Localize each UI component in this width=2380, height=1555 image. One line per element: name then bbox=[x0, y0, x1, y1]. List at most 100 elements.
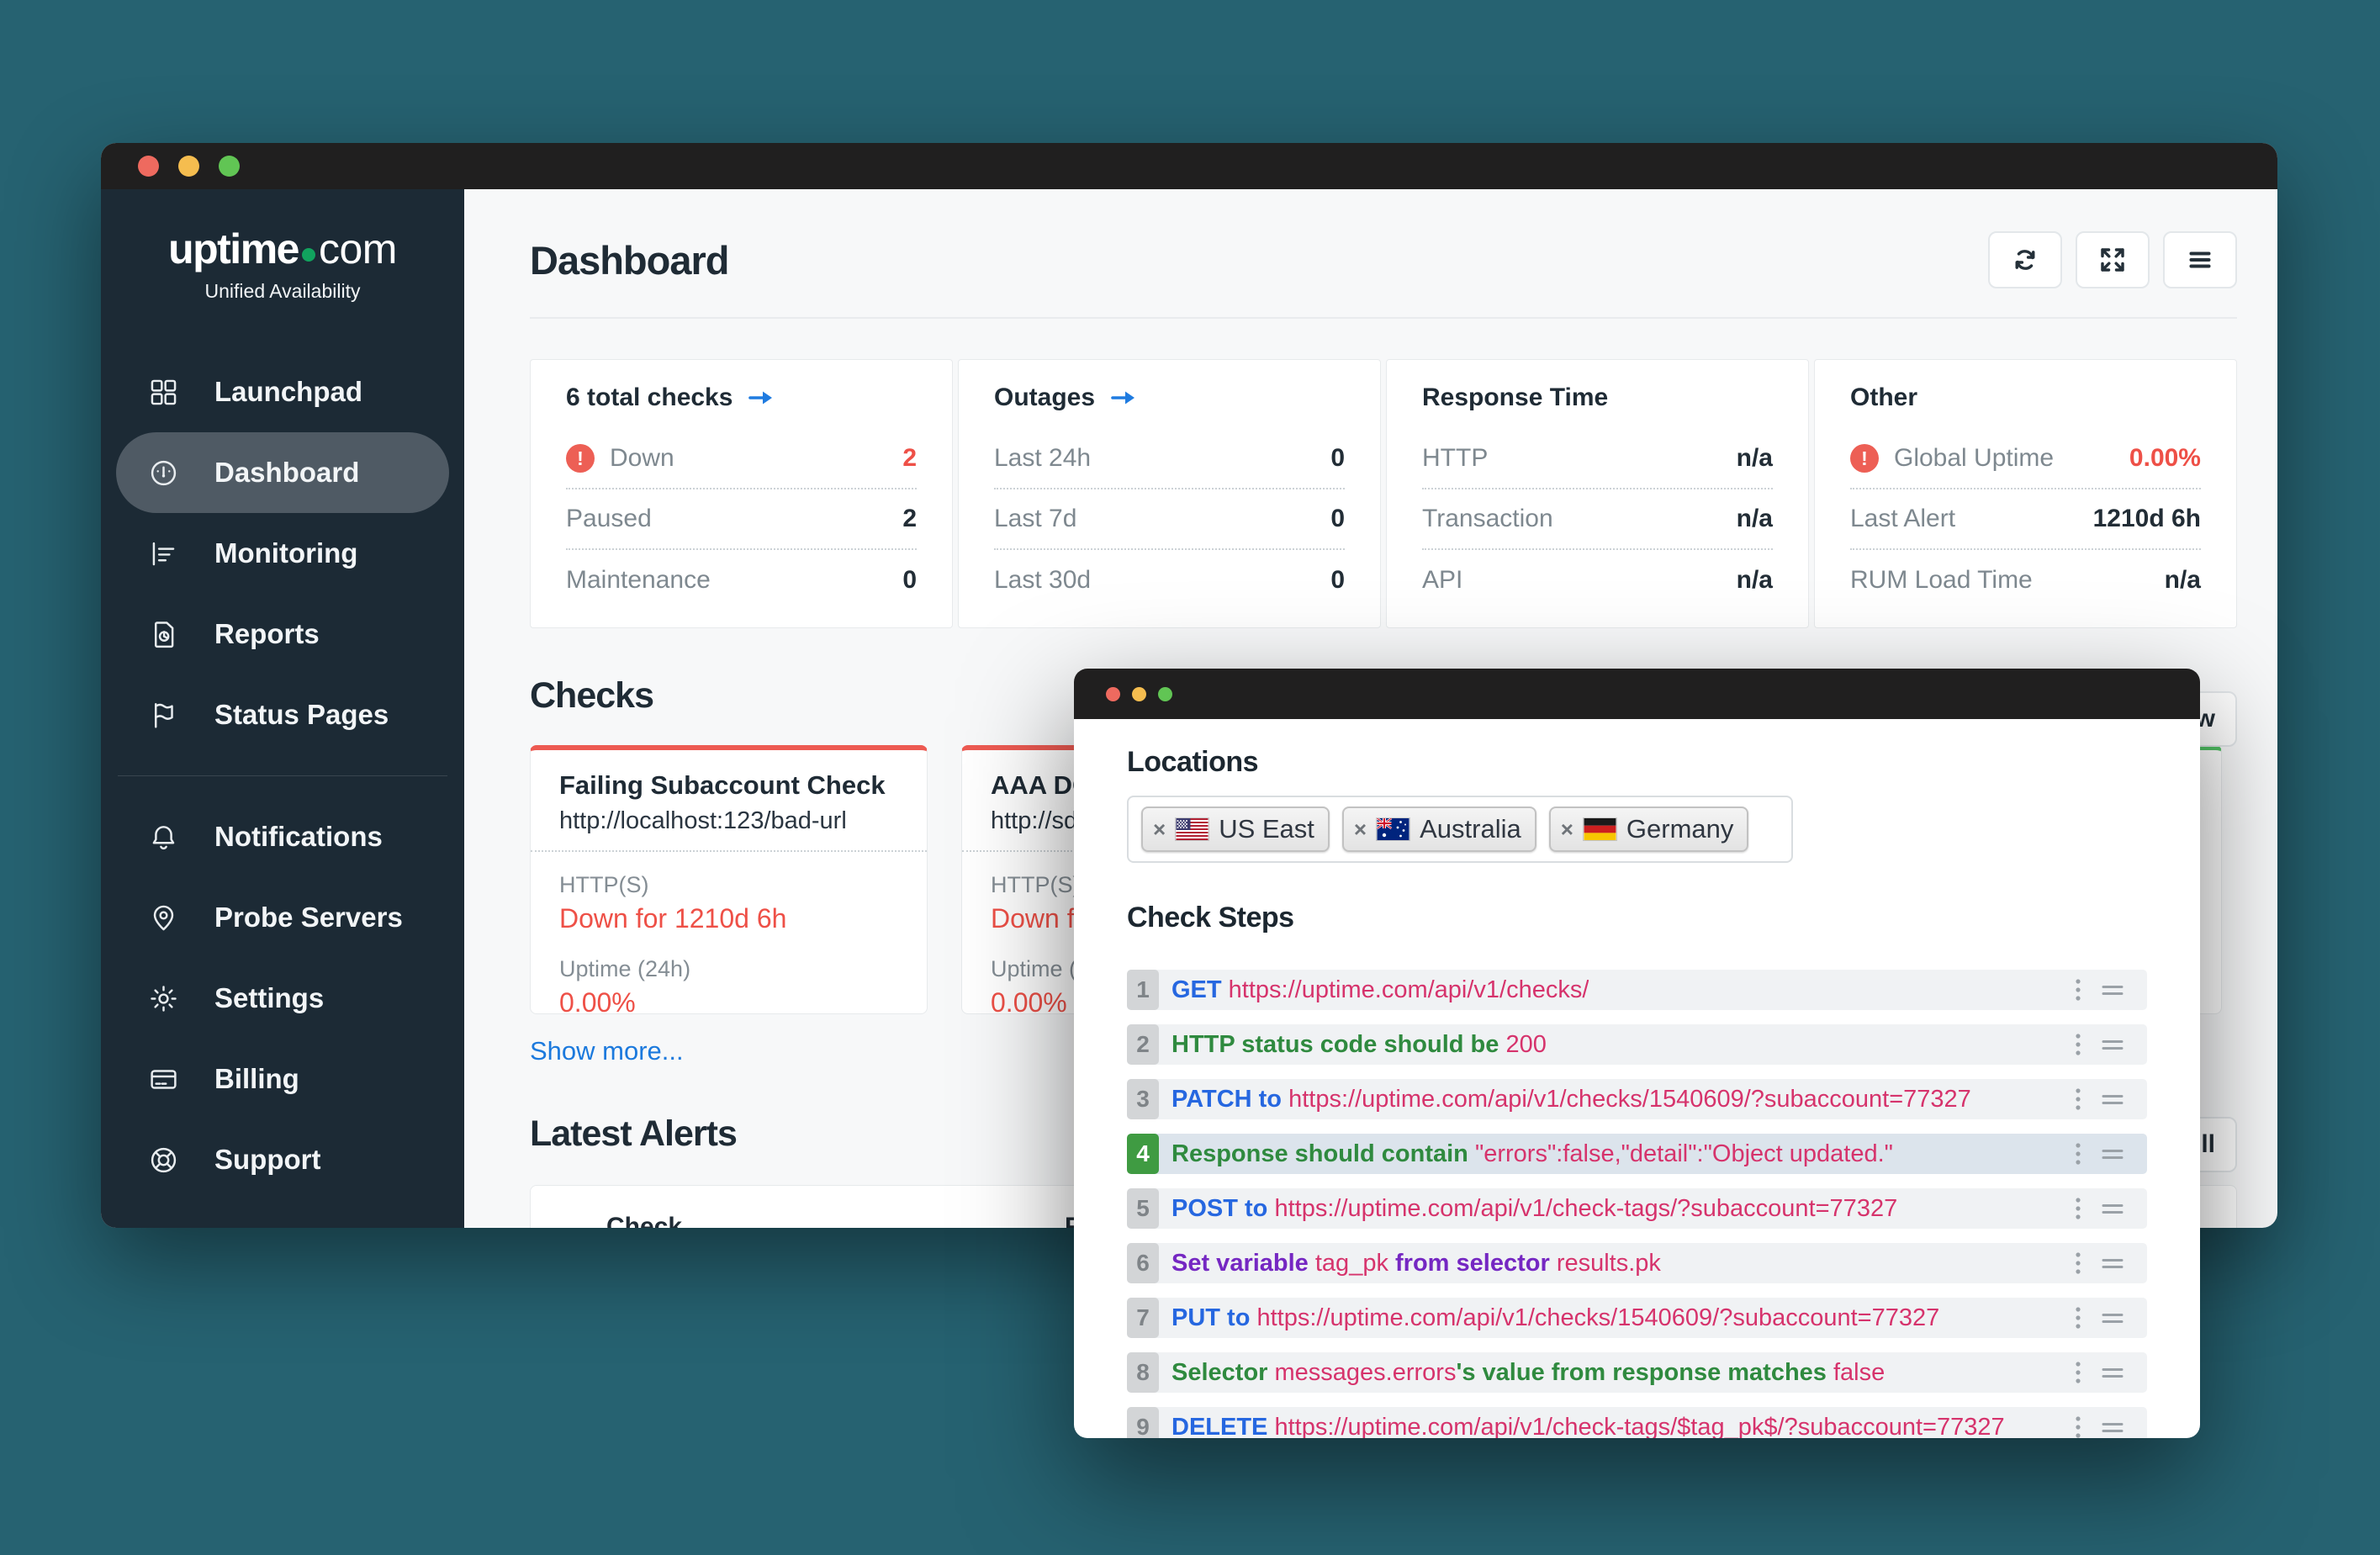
stat-card: Other ! Global Uptime 0.00% Last Alert 12… bbox=[1814, 359, 2237, 628]
location-tag-australia[interactable]: × Australia bbox=[1341, 807, 1536, 852]
step-drag-handle-icon[interactable] bbox=[2102, 1203, 2123, 1219]
sidebar-item-status-pages[interactable]: Status Pages bbox=[116, 674, 449, 755]
zoom-window-button[interactable] bbox=[219, 156, 240, 177]
stat-card-title[interactable]: 6 total checks bbox=[566, 383, 917, 412]
stat-row: Paused 2 bbox=[566, 489, 917, 550]
location-tag-label: Germany bbox=[1626, 814, 1734, 844]
step-description: POST to https://uptime.com/api/v1/check-… bbox=[1171, 1194, 1898, 1222]
stat-row-value: 0 bbox=[1330, 444, 1345, 472]
step-menu-icon[interactable] bbox=[2075, 977, 2081, 1007]
modal-zoom-button[interactable] bbox=[1158, 686, 1172, 701]
check-step-row-7[interactable]: 7 PUT to https://uptime.com/api/v1/check… bbox=[1127, 1298, 2147, 1338]
germany-flag bbox=[1582, 817, 1617, 841]
step-menu-icon[interactable] bbox=[2075, 1032, 2081, 1061]
check-uptime-value: 0.00% bbox=[559, 987, 636, 1014]
step-drag-handle-icon[interactable] bbox=[2102, 1367, 2123, 1383]
australia-flag bbox=[1376, 817, 1411, 841]
check-step-row-4[interactable]: 4 Response should contain "errors":false… bbox=[1127, 1134, 2147, 1174]
step-menu-icon[interactable] bbox=[2075, 1141, 2081, 1171]
stats-row: 6 total checks ! Down 2 Paused 2 Maintena… bbox=[530, 359, 2237, 628]
step-description: Set variable tag_pk from selector result… bbox=[1171, 1249, 1661, 1277]
stat-row-label: API bbox=[1422, 566, 1463, 594]
location-tag-us-east[interactable]: × US East bbox=[1141, 807, 1330, 852]
stat-row-label: Last 24h bbox=[994, 444, 1092, 472]
sidebar-item-dashboard[interactable]: Dashboard bbox=[116, 432, 449, 513]
stat-row-value: n/a bbox=[1736, 566, 1773, 594]
sidebar-item-billing[interactable]: Billing bbox=[116, 1039, 449, 1119]
step-drag-handle-icon[interactable] bbox=[2102, 1148, 2123, 1165]
sidebar-item-label: Notifications bbox=[214, 821, 383, 852]
stat-row-value: 0 bbox=[1330, 505, 1345, 532]
sidebar-item-probe-servers[interactable]: Probe Servers bbox=[116, 877, 449, 958]
step-menu-icon[interactable] bbox=[2075, 1305, 2081, 1335]
stat-row-value: 0 bbox=[1330, 566, 1345, 594]
stat-row-value: 2 bbox=[902, 505, 917, 532]
check-step-row-1[interactable]: 1 GET https://uptime.com/api/v1/checks/ bbox=[1127, 970, 2147, 1010]
step-description: PATCH to https://uptime.com/api/v1/check… bbox=[1171, 1085, 1971, 1113]
logo-tagline: Unified Availability bbox=[204, 280, 361, 302]
remove-tag-icon[interactable]: × bbox=[1153, 817, 1166, 843]
step-description: PUT to https://uptime.com/api/v1/checks/… bbox=[1171, 1304, 1940, 1331]
stat-row-label: RUM Load Time bbox=[1850, 566, 2033, 594]
check-step-row-9[interactable]: 9 DELETE https://uptime.com/api/v1/check… bbox=[1127, 1407, 2147, 1438]
step-drag-handle-icon[interactable] bbox=[2102, 984, 2123, 1001]
step-drag-handle-icon[interactable] bbox=[2102, 1421, 2123, 1438]
check-step-row-3[interactable]: 3 PATCH to https://uptime.com/api/v1/che… bbox=[1127, 1079, 2147, 1119]
stat-row-label: Down bbox=[610, 444, 674, 472]
stat-row-value: 1210d 6h bbox=[2092, 505, 2201, 532]
step-drag-handle-icon[interactable] bbox=[2102, 1039, 2123, 1055]
location-tag-germany[interactable]: × Germany bbox=[1548, 807, 1749, 852]
minimize-window-button[interactable] bbox=[178, 156, 199, 177]
stat-card: Response Time HTTP n/a Transaction n/a A… bbox=[1386, 359, 1809, 628]
sidebar-item-label: Support bbox=[214, 1144, 321, 1175]
stat-card-title: Other bbox=[1850, 383, 1918, 411]
step-menu-icon[interactable] bbox=[2075, 1196, 2081, 1225]
step-menu-icon[interactable] bbox=[2075, 1087, 2081, 1116]
grid-icon bbox=[148, 377, 179, 408]
remove-tag-icon[interactable]: × bbox=[1561, 817, 1573, 843]
locations-heading: Locations bbox=[1127, 746, 1259, 778]
sidebar-item-label: Dashboard bbox=[214, 457, 360, 488]
check-step-row-8[interactable]: 8 Selector messages.errors's value from … bbox=[1127, 1352, 2147, 1393]
step-drag-handle-icon[interactable] bbox=[2102, 1257, 2123, 1274]
location-tag-label: US East bbox=[1219, 814, 1314, 844]
step-drag-handle-icon[interactable] bbox=[2102, 1093, 2123, 1110]
modal-close-button[interactable] bbox=[1106, 686, 1120, 701]
remove-tag-icon[interactable]: × bbox=[1354, 817, 1367, 843]
check-steps-list: 1 GET https://uptime.com/api/v1/checks/ … bbox=[1127, 970, 2147, 1438]
step-menu-icon[interactable] bbox=[2075, 1360, 2081, 1389]
lifebuoy-icon bbox=[148, 1145, 179, 1176]
sidebar-item-monitoring[interactable]: Monitoring bbox=[116, 513, 449, 594]
sidebar-item-reports[interactable]: Reports bbox=[116, 594, 449, 674]
check-url: http://localhost:123/bad-url bbox=[559, 807, 847, 834]
step-menu-icon[interactable] bbox=[2075, 1251, 2081, 1280]
step-menu-icon[interactable] bbox=[2075, 1415, 2081, 1438]
sidebar-item-launchpad[interactable]: Launchpad bbox=[116, 352, 449, 432]
step-number-badge: 3 bbox=[1127, 1079, 1159, 1119]
window-titlebar bbox=[101, 143, 2277, 189]
menu-button[interactable] bbox=[2163, 231, 2237, 288]
step-number-badge: 2 bbox=[1127, 1024, 1159, 1065]
check-step-row-6[interactable]: 6 Set variable tag_pk from selector resu… bbox=[1127, 1243, 2147, 1283]
step-number-badge: 5 bbox=[1127, 1188, 1159, 1229]
check-step-row-5[interactable]: 5 POST to https://uptime.com/api/v1/chec… bbox=[1127, 1188, 2147, 1229]
uptime-logo[interactable]: uptime com Unified Availability bbox=[101, 225, 464, 303]
modal-minimize-button[interactable] bbox=[1132, 686, 1146, 701]
sidebar-item-label: Launchpad bbox=[214, 376, 363, 407]
expand-button[interactable] bbox=[2076, 231, 2150, 288]
us-flag bbox=[1175, 817, 1210, 841]
sidebar-item-notifications[interactable]: Notifications bbox=[116, 796, 449, 877]
check-card[interactable]: Failing Subaccount Check http://localhos… bbox=[530, 745, 928, 1014]
stat-row-value: n/a bbox=[1736, 444, 1773, 472]
sidebar-item-support[interactable]: Support bbox=[116, 1119, 449, 1200]
locations-input[interactable]: × US East × Australia × Germany bbox=[1127, 796, 1793, 863]
close-window-button[interactable] bbox=[138, 156, 159, 177]
stat-row: Transaction n/a bbox=[1422, 489, 1773, 550]
step-drag-handle-icon[interactable] bbox=[2102, 1312, 2123, 1329]
stat-card-title[interactable]: Outages bbox=[994, 383, 1345, 412]
gear-icon bbox=[148, 983, 179, 1014]
check-step-row-2[interactable]: 2 HTTP status code should be 200 bbox=[1127, 1024, 2147, 1065]
sidebar-item-settings[interactable]: Settings bbox=[116, 958, 449, 1039]
check-divider bbox=[531, 850, 927, 852]
refresh-button[interactable] bbox=[1988, 231, 2062, 288]
